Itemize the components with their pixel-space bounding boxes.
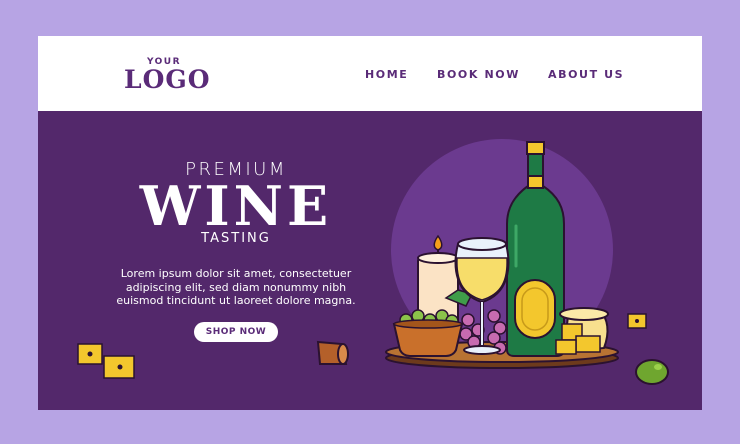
- cork-icon: [316, 340, 349, 365]
- cheese-icon: [555, 307, 609, 355]
- landing-page: YOUR LOGO HOME BOOK NOW ABOUT US PREMIUM…: [38, 36, 702, 410]
- wine-illustration: [77, 139, 669, 385]
- olive-bowl-icon: [392, 309, 464, 357]
- olive-icon: [635, 359, 669, 385]
